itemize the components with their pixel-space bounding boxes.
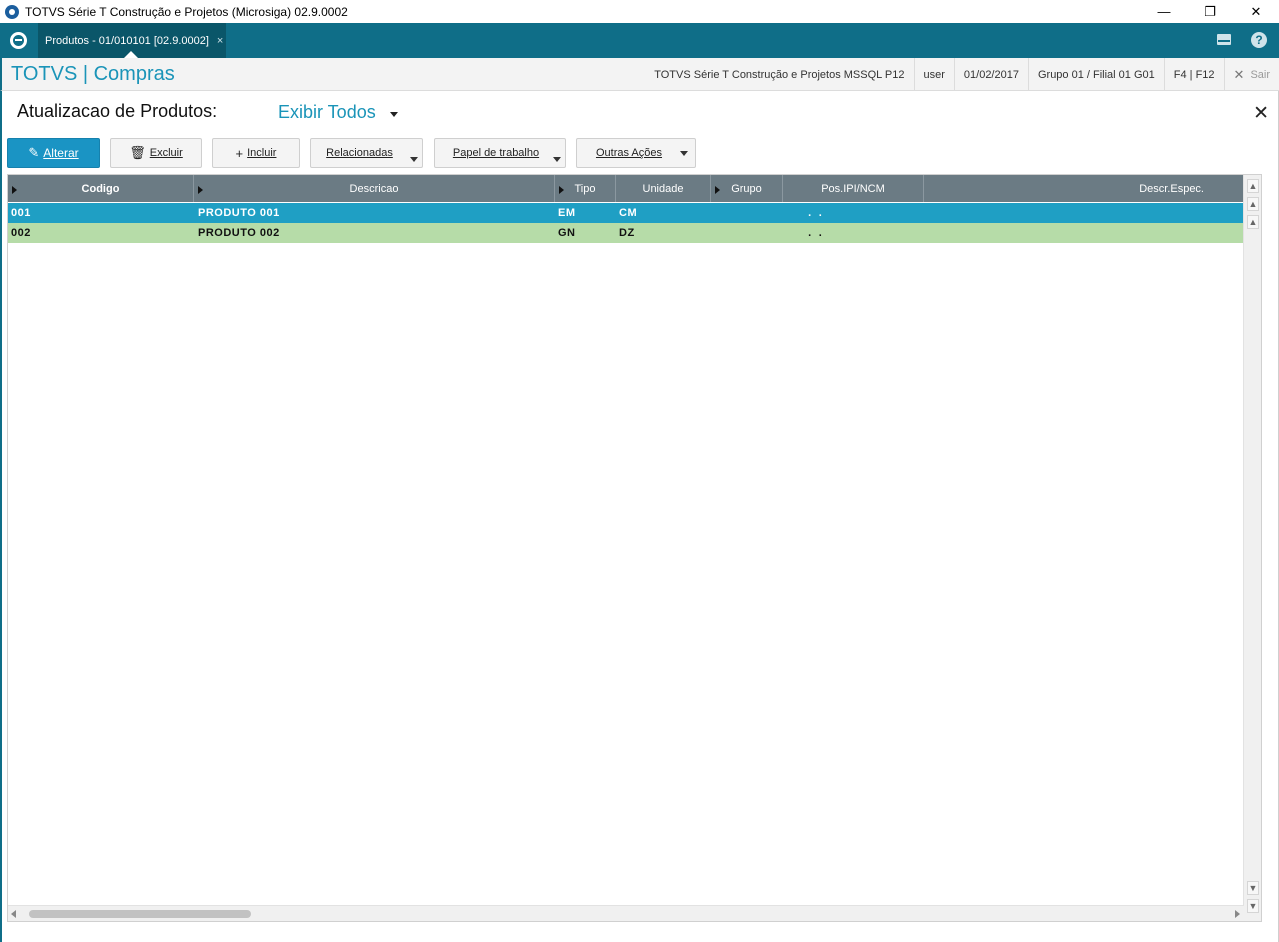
chevron-down-icon — [410, 157, 418, 162]
incluir-label: Incluir — [247, 147, 277, 159]
minimize-button[interactable]: — — [1141, 0, 1187, 23]
table-row[interactable]: 001 PRODUTO 001 EM CM . . — [8, 203, 1244, 223]
column-label: Unidade — [642, 182, 684, 195]
cell-tipo: GN — [558, 227, 576, 239]
scroll-down-icon[interactable]: ▼ — [1247, 881, 1259, 895]
tab-produtos[interactable]: Produtos - 01/010101 [02.9.0002] × — [38, 23, 226, 58]
totvs-app-icon — [5, 4, 19, 19]
environment-label: TOTVS Série T Construção e Projetos MSSQ… — [654, 68, 905, 81]
horizontal-scrollbar[interactable] — [8, 905, 1244, 921]
page-header: Atualizacao de Produtos: Exibir Todos ✕ — [0, 92, 1279, 132]
cell-descr-espec — [924, 223, 1244, 243]
cell-unidade: DZ — [619, 227, 635, 239]
sort-arrow-icon — [715, 186, 720, 194]
vertical-scrollbar[interactable]: ▲ ▲ ▲ ▼ ▼ — [1243, 175, 1261, 921]
cell-ncm: . . — [801, 227, 823, 239]
mail-icon[interactable] — [1217, 34, 1231, 45]
branch-label[interactable]: Grupo 01 / Filial 01 G01 — [1027, 58, 1164, 91]
chevron-down-icon — [553, 157, 561, 162]
shortcuts-label[interactable]: F4 | F12 — [1163, 58, 1224, 91]
left-edge — [0, 58, 2, 942]
tab-close-icon[interactable]: × — [217, 35, 223, 47]
scroll-up-icon[interactable]: ▲ — [1247, 215, 1259, 229]
close-window-button[interactable]: ✕ — [1233, 0, 1279, 23]
outras-acoes-button[interactable]: Outras Ações — [576, 138, 696, 168]
column-header-codigo[interactable]: Codigo — [8, 175, 194, 202]
scroll-page-down-icon[interactable]: ▼ — [1247, 899, 1259, 913]
cell-codigo: 002 — [11, 227, 31, 239]
papel-de-trabalho-button[interactable]: Papel de trabalho — [434, 138, 566, 168]
sort-arrow-icon — [12, 186, 17, 194]
column-header-descr-espec[interactable]: Descr.Espec. — [924, 175, 1244, 202]
user-label: user — [913, 58, 954, 91]
trash-icon: 🗑 — [129, 145, 146, 160]
alterar-label: Alterar — [43, 146, 79, 160]
action-toolbar: ✎ Alterar 🗑 Excluir + Incluir Relacionad… — [0, 136, 1279, 170]
products-grid[interactable]: Codigo Descricao Tipo Unidade Grupo Pos.… — [7, 174, 1262, 922]
scroll-left-icon[interactable] — [11, 910, 16, 918]
column-header-unidade[interactable]: Unidade — [616, 175, 711, 202]
sort-arrow-icon — [559, 186, 564, 194]
relacionadas-button[interactable]: Relacionadas — [310, 138, 423, 168]
cell-grupo — [711, 223, 783, 243]
column-label: Codigo — [81, 182, 120, 195]
scroll-right-icon[interactable] — [1235, 910, 1240, 918]
window-title: TOTVS Série T Construção e Projetos (Mic… — [25, 4, 348, 19]
app-title: TOTVS | Compras — [11, 63, 175, 85]
scroll-thumb[interactable] — [29, 910, 251, 918]
alterar-button[interactable]: ✎ Alterar — [7, 138, 100, 168]
cell-descricao: PRODUTO 002 — [198, 227, 280, 239]
scroll-top-icon[interactable]: ▲ — [1247, 179, 1259, 193]
exit-label: Sair — [1250, 68, 1270, 81]
plus-icon: + — [235, 145, 244, 161]
relacionadas-label: Relacionadas — [326, 147, 393, 159]
pencil-icon: ✎ — [28, 145, 40, 160]
column-label: Descricao — [349, 182, 399, 195]
cell-unidade: CM — [619, 207, 638, 219]
papel-label: Papel de trabalho — [452, 147, 540, 159]
cell-tipo: EM — [558, 207, 576, 219]
filter-dropdown[interactable]: Exibir Todos — [278, 102, 376, 123]
chevron-down-icon[interactable] — [390, 112, 398, 117]
page-title: Atualizacao de Produtos: — [17, 101, 218, 121]
column-label: Descr.Espec. — [1139, 182, 1204, 195]
sort-arrow-icon — [198, 186, 203, 194]
column-header-tipo[interactable]: Tipo — [555, 175, 616, 202]
tab-bar: Produtos - 01/010101 [02.9.0002] × ? — [0, 23, 1279, 58]
excluir-label: Excluir — [149, 147, 183, 159]
column-header-ncm[interactable]: Pos.IPI/NCM — [783, 175, 924, 202]
excluir-button[interactable]: 🗑 Excluir — [110, 138, 202, 168]
scroll-page-up-icon[interactable]: ▲ — [1247, 197, 1259, 211]
column-header-descricao[interactable]: Descricao — [194, 175, 555, 202]
window-titlebar: TOTVS Série T Construção e Projetos (Mic… — [0, 0, 1279, 23]
cell-descricao: PRODUTO 001 — [198, 207, 280, 219]
window-controls: — ❐ ✕ — [1141, 0, 1279, 23]
cell-ncm: . . — [801, 207, 823, 219]
tab-label: Produtos - 01/010101 [02.9.0002] — [45, 34, 209, 47]
cell-codigo: 001 — [11, 207, 31, 219]
incluir-button[interactable]: + Incluir — [212, 138, 300, 168]
close-page-button[interactable]: ✕ — [1253, 102, 1269, 125]
tab-active-indicator — [124, 51, 138, 58]
date-label: 01/02/2017 — [953, 58, 1028, 91]
cell-descr-espec — [924, 203, 1244, 223]
column-header-grupo[interactable]: Grupo — [711, 175, 783, 202]
column-label: Grupo — [731, 182, 762, 195]
session-info: TOTVS Série T Construção e Projetos MSSQ… — [645, 58, 1279, 91]
home-icon[interactable] — [10, 32, 27, 49]
exit-button[interactable]: ✕ Sair — [1223, 58, 1279, 91]
app-header: TOTVS | Compras TOTVS Série T Construção… — [0, 58, 1279, 91]
help-icon[interactable]: ? — [1251, 32, 1267, 48]
grid-header: Codigo Descricao Tipo Unidade Grupo Pos.… — [8, 175, 1244, 202]
table-row[interactable]: 002 PRODUTO 002 GN DZ . . — [8, 223, 1244, 243]
outras-label: Outras Ações — [595, 147, 663, 159]
cell-grupo — [711, 203, 783, 223]
chevron-down-icon — [680, 151, 688, 156]
column-label: Pos.IPI/NCM — [821, 182, 885, 195]
restore-button[interactable]: ❐ — [1187, 0, 1233, 23]
exit-icon: ✕ — [1233, 66, 1245, 82]
column-label: Tipo — [574, 182, 596, 195]
